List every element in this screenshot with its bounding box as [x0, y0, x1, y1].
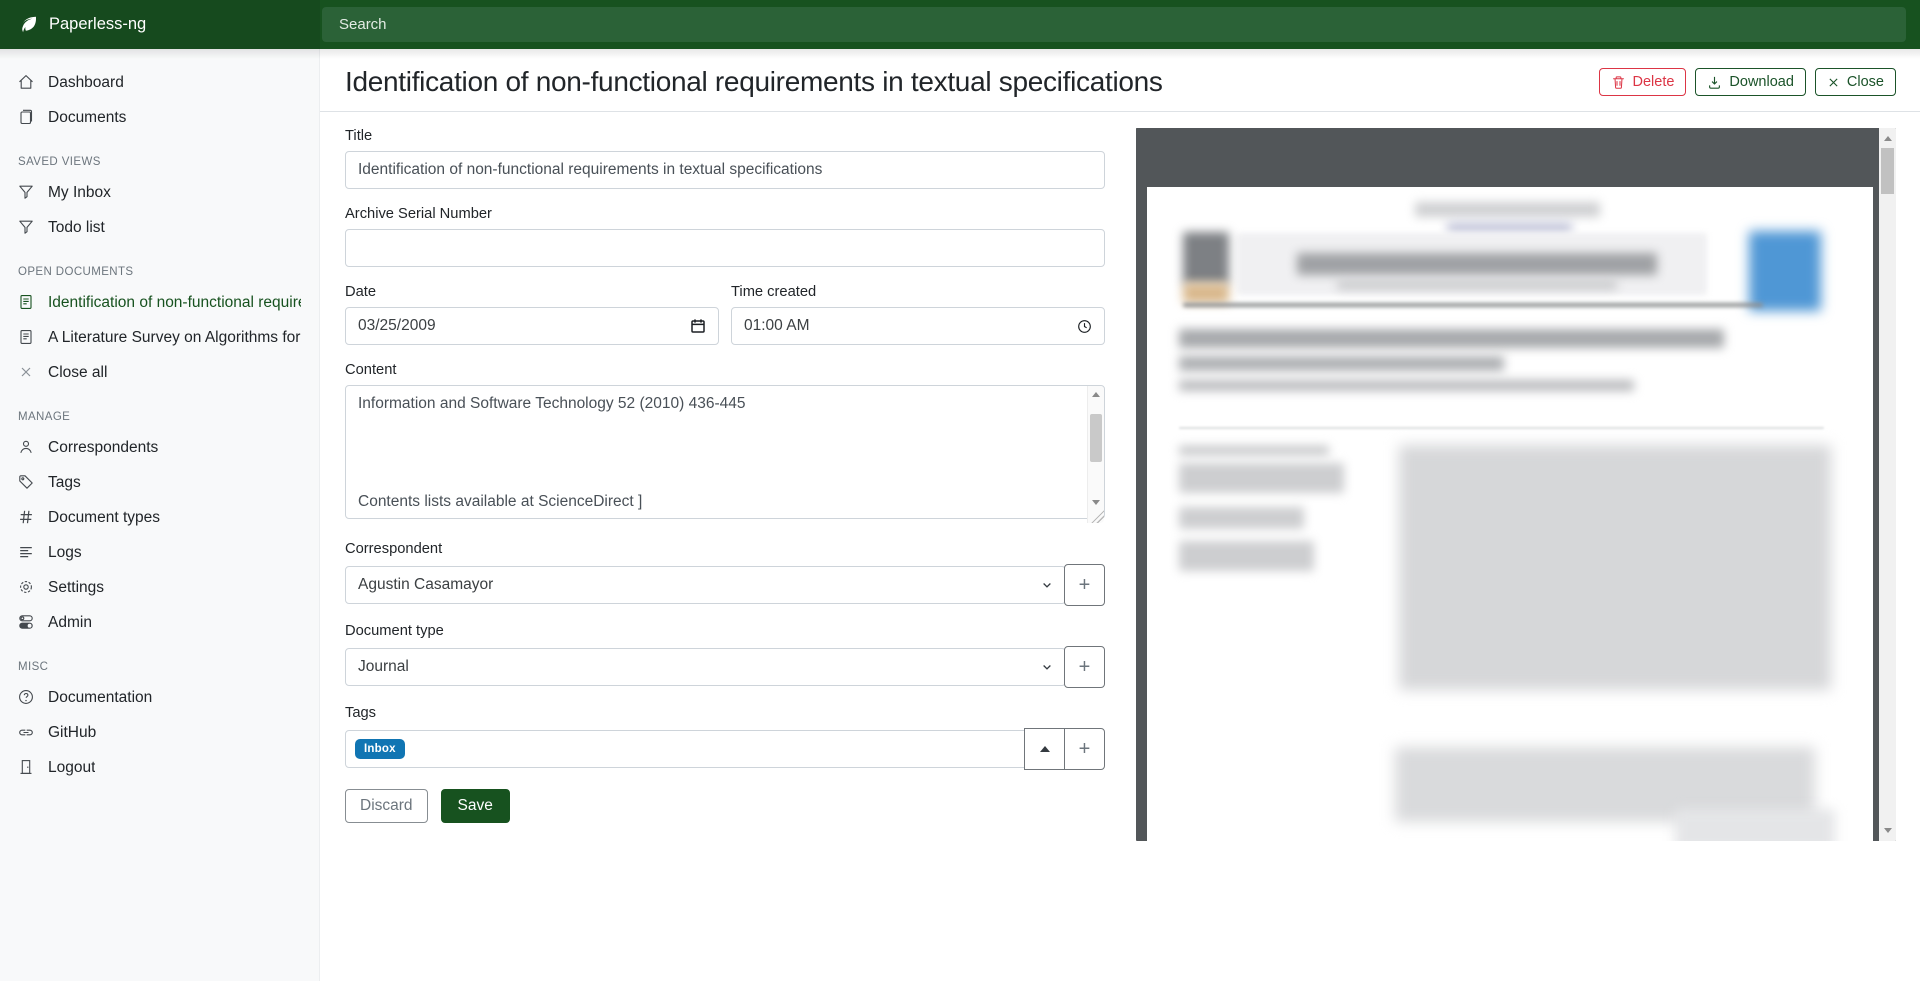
- collapse-tags-button[interactable]: [1024, 728, 1065, 770]
- content-label: Content: [345, 362, 1105, 378]
- scroll-down-arrow-icon[interactable]: [1092, 500, 1100, 505]
- tags-input[interactable]: Inbox: [345, 730, 1025, 768]
- toggles-icon: [18, 614, 35, 631]
- content-textarea[interactable]: [345, 385, 1105, 519]
- house-icon: [18, 74, 35, 91]
- sidebar-item-documents[interactable]: Documents: [0, 100, 319, 135]
- asn-label: Archive Serial Number: [345, 206, 1105, 222]
- clock-icon[interactable]: [1077, 319, 1092, 334]
- page-title: Identification of non-functional require…: [345, 66, 1163, 98]
- sidebar-item-settings[interactable]: Settings: [0, 570, 319, 605]
- sidebar-heading-saved-views: SAVED VIEWS: [0, 135, 319, 175]
- sidebar-item-close-all[interactable]: Close all: [0, 355, 319, 390]
- time-input[interactable]: 01:00 AM: [731, 307, 1105, 345]
- sidebar-item-github[interactable]: GitHub: [0, 715, 319, 750]
- scroll-down-arrow-icon[interactable]: [1884, 828, 1892, 833]
- close-button[interactable]: Close: [1815, 68, 1896, 96]
- sidebar-heading-misc: MISC: [0, 640, 319, 680]
- sidebar-item-document-types[interactable]: Document types: [0, 500, 319, 535]
- document-type-label: Document type: [345, 623, 1105, 639]
- download-button[interactable]: Download: [1695, 68, 1806, 96]
- pdf-viewer: [1136, 128, 1896, 841]
- tags-label: Tags: [345, 705, 1105, 721]
- sidebar-item-logout[interactable]: Logout: [0, 750, 319, 785]
- document-actions: Delete Download Close: [1599, 68, 1897, 96]
- sidebar-item-open-doc-2[interactable]: A Literature Survey on Algorithms for Mu…: [0, 320, 319, 355]
- question-circle-icon: [18, 689, 35, 706]
- chevron-down-icon: [1041, 579, 1053, 591]
- door-icon: [18, 759, 35, 776]
- title-input[interactable]: [345, 151, 1105, 189]
- scrollbar-thumb[interactable]: [1090, 414, 1102, 462]
- brand[interactable]: Paperless-ng: [0, 0, 320, 49]
- sidebar-item-correspondents[interactable]: Correspondents: [0, 430, 319, 465]
- calendar-icon[interactable]: [690, 318, 706, 334]
- sidebar-item-dashboard[interactable]: Dashboard: [0, 65, 319, 100]
- add-document-type-button[interactable]: +: [1064, 646, 1105, 688]
- correspondent-label: Correspondent: [345, 541, 1105, 557]
- scroll-up-arrow-icon[interactable]: [1884, 136, 1892, 141]
- search-area: [320, 0, 1920, 49]
- link-icon: [18, 724, 35, 741]
- main-content: Identification of non-functional require…: [320, 49, 1920, 981]
- gear-icon: [18, 579, 35, 596]
- files-icon: [18, 109, 35, 126]
- document-type-select[interactable]: Journal: [345, 648, 1066, 686]
- time-label: Time created: [731, 284, 1105, 300]
- tag-icon: [18, 474, 35, 491]
- sidebar-item-logs[interactable]: Logs: [0, 535, 319, 570]
- asn-input[interactable]: [345, 229, 1105, 267]
- sidebar-item-open-doc-1[interactable]: Identification of non-functional require…: [0, 285, 319, 320]
- pdf-toolbar: [1136, 128, 1879, 185]
- pdf-preview-panel: [1136, 128, 1896, 981]
- discard-button[interactable]: Discard: [345, 789, 428, 823]
- document-edit-form: Title Archive Serial Number Date 03/25/2…: [345, 128, 1105, 981]
- sidebar-item-my-inbox[interactable]: My Inbox: [0, 175, 319, 210]
- file-text-icon: [18, 329, 35, 346]
- date-input[interactable]: 03/25/2009: [345, 307, 719, 345]
- content-scrollbar[interactable]: [1087, 386, 1104, 523]
- resize-grip[interactable]: [1091, 510, 1104, 523]
- save-button[interactable]: Save: [441, 789, 510, 823]
- sidebar-item-tags[interactable]: Tags: [0, 465, 319, 500]
- title-label: Title: [345, 128, 1105, 144]
- trash-icon: [1611, 75, 1626, 90]
- tag-badge-inbox[interactable]: Inbox: [355, 739, 405, 759]
- download-icon: [1707, 75, 1722, 90]
- person-icon: [18, 439, 35, 456]
- add-correspondent-button[interactable]: +: [1064, 564, 1105, 606]
- delete-button[interactable]: Delete: [1599, 68, 1687, 96]
- sidebar: Dashboard Documents SAVED VIEWS My Inbox: [0, 49, 320, 981]
- sidebar-item-todo-list[interactable]: Todo list: [0, 210, 319, 245]
- document-header: Identification of non-functional require…: [320, 49, 1920, 112]
- pdf-page: [1147, 187, 1873, 841]
- funnel-icon: [18, 184, 35, 201]
- date-label: Date: [345, 284, 719, 300]
- list-icon: [18, 544, 35, 561]
- top-header: Paperless-ng: [0, 0, 1920, 49]
- close-icon: [1827, 76, 1840, 89]
- scroll-up-arrow-icon[interactable]: [1092, 392, 1100, 397]
- scrollbar-thumb[interactable]: [1881, 148, 1894, 194]
- pdf-scrollbar[interactable]: [1879, 128, 1896, 841]
- sidebar-item-admin[interactable]: Admin: [0, 605, 319, 640]
- sidebar-heading-open-documents: OPEN DOCUMENTS: [0, 245, 319, 285]
- x-icon: [18, 364, 35, 381]
- funnel-icon: [18, 219, 35, 236]
- leaf-logo-icon: [18, 14, 39, 35]
- caret-up-icon: [1040, 746, 1050, 752]
- sidebar-item-documentation[interactable]: Documentation: [0, 680, 319, 715]
- search-input[interactable]: [322, 7, 1906, 42]
- brand-name: Paperless-ng: [49, 15, 146, 34]
- add-tag-button[interactable]: +: [1064, 728, 1105, 770]
- hash-icon: [18, 509, 35, 526]
- correspondent-select[interactable]: Agustin Casamayor: [345, 566, 1066, 604]
- chevron-down-icon: [1041, 661, 1053, 673]
- sidebar-heading-manage: MANAGE: [0, 390, 319, 430]
- file-text-icon: [18, 294, 35, 311]
